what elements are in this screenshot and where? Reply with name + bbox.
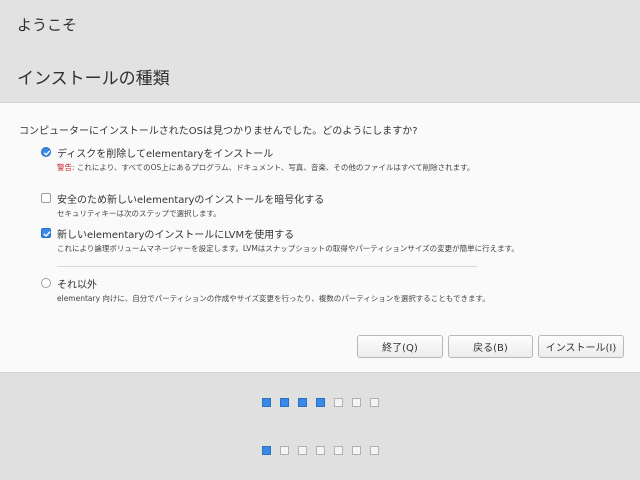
progress-step-1 — [262, 398, 271, 407]
back-button[interactable]: 戻る(B) — [448, 335, 533, 358]
something-else-description: elementary 向けに、自分でパーティションの作成やサイズ変更を行ったり、… — [57, 294, 490, 303]
check-icon — [43, 150, 51, 156]
erase-disk-label[interactable]: ディスクを削除してelementaryをインストール — [57, 145, 273, 160]
progress-step-6 — [352, 398, 361, 407]
lvm-description: これにより論理ボリュームマネージャーを設定します。LVMはスナップショットの取得… — [57, 244, 519, 253]
progress-step-2 — [280, 446, 289, 455]
progress-dots-row-2 — [262, 446, 388, 455]
progress-step-4 — [316, 398, 325, 407]
installer-window: ようこそ インストールの種類 コンピューターにインストールされたOSは見つかりま… — [0, 0, 640, 480]
warning-label: 警告: — [57, 163, 75, 172]
encrypt-label[interactable]: 安全のため新しいelementaryのインストールを暗号化する — [57, 191, 324, 206]
lvm-label[interactable]: 新しいelementaryのインストールにLVMを使用する — [57, 226, 294, 241]
progress-step-2 — [280, 398, 289, 407]
progress-dots-row-1 — [262, 398, 388, 407]
erase-disk-description: 警告: これにより、すべてのOS上にあるプログラム、ドキュメント、写真、音楽、そ… — [57, 162, 474, 173]
installation-type-panel: コンピューターにインストールされたOSは見つかりませんでした。どのようにしますか… — [0, 102, 640, 373]
page-title: インストールの種類 — [17, 69, 170, 89]
progress-step-4 — [316, 446, 325, 455]
something-else-label[interactable]: それ以外 — [57, 276, 97, 291]
options-divider — [57, 266, 477, 267]
question-text: コンピューターにインストールされたOSは見つかりませんでした。どのようにしますか… — [19, 126, 418, 137]
lvm-checkbox[interactable] — [41, 228, 51, 238]
progress-step-3 — [298, 446, 307, 455]
erase-disk-radio[interactable] — [41, 147, 51, 157]
check-icon — [43, 231, 51, 237]
encrypt-description: セキュリティキーは次のステップで選択します。 — [57, 209, 221, 218]
window-title: ようこそ — [17, 16, 78, 34]
something-else-radio[interactable] — [41, 278, 51, 288]
progress-step-3 — [298, 398, 307, 407]
header: ようこそ インストールの種類 — [0, 0, 640, 102]
quit-button[interactable]: 終了(Q) — [357, 335, 443, 358]
encrypt-checkbox[interactable] — [41, 193, 51, 203]
progress-step-5 — [334, 446, 343, 455]
erase-disk-warning-text: これにより、すべてのOS上にあるプログラム、ドキュメント、写真、音楽、その他のフ… — [74, 163, 475, 172]
progress-step-5 — [334, 398, 343, 407]
progress-step-1 — [262, 446, 271, 455]
install-button[interactable]: インストール(I) — [538, 335, 624, 358]
progress-step-7 — [370, 398, 379, 407]
progress-step-6 — [352, 446, 361, 455]
progress-step-7 — [370, 446, 379, 455]
